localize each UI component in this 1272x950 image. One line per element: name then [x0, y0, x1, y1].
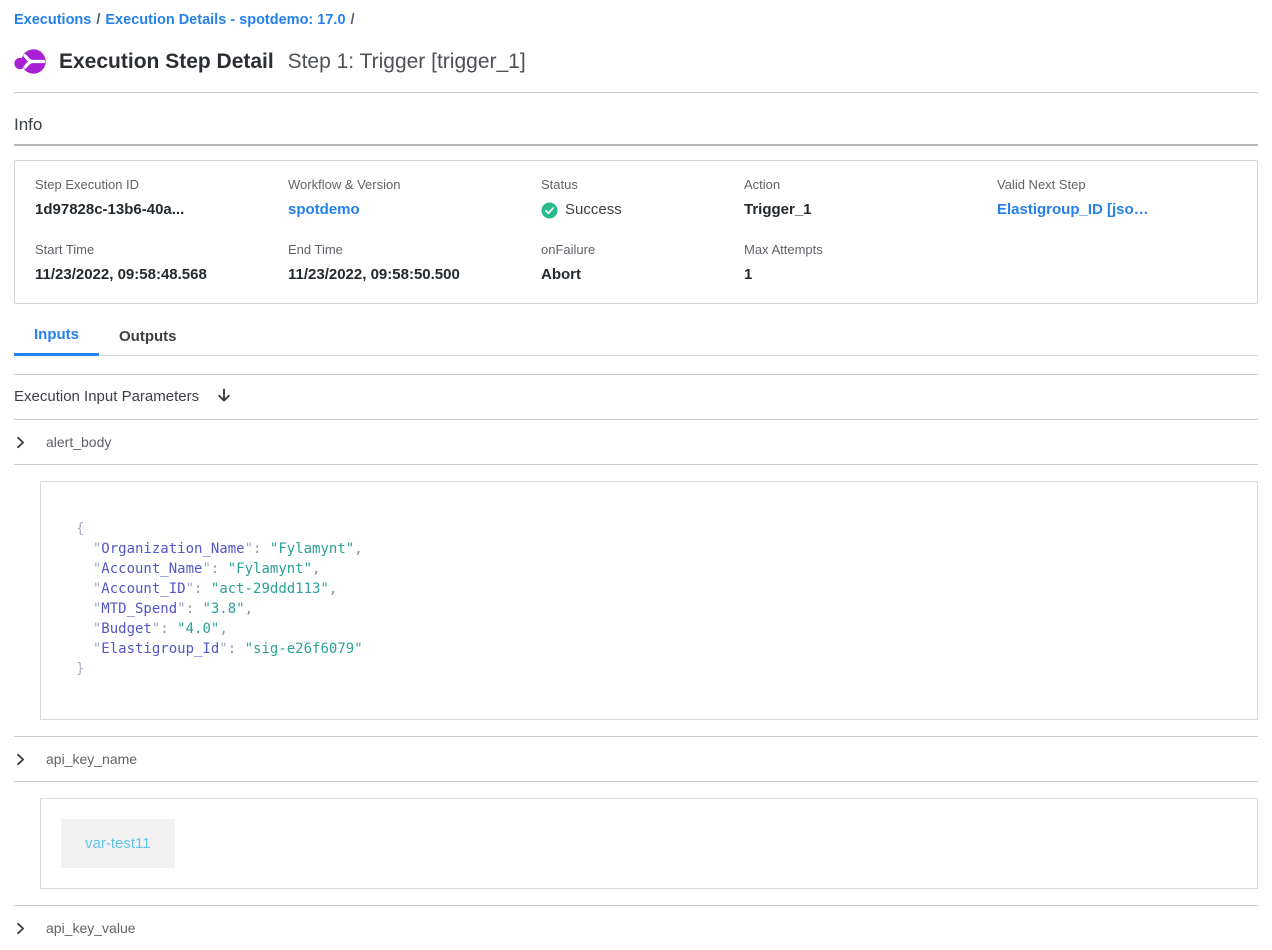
- field-label: Valid Next Step: [997, 177, 1247, 193]
- json-key: Elastigroup_Id: [93, 641, 228, 657]
- divider: [14, 92, 1258, 93]
- field-label: Start Time: [35, 242, 288, 258]
- download-arrow-icon[interactable]: [215, 387, 233, 405]
- param-row-api-key-value[interactable]: api_key_value: [14, 906, 1258, 950]
- json-entry: Organization_Name Fylamynt: [76, 539, 1222, 559]
- field-label: End Time: [288, 242, 541, 258]
- field-label: Status: [541, 177, 744, 193]
- field-end-time: End Time 11/23/2022, 09:58:50.500: [288, 242, 541, 285]
- field-value: 1d97828c-13b6-40a...: [35, 200, 288, 220]
- json-value: Fylamynt: [228, 561, 312, 577]
- divider: [14, 144, 1258, 146]
- page-header: Execution Step Detail Step 1: Trigger [t…: [14, 46, 1258, 78]
- field-step-execution-id: Step Execution ID 1d97828c-13b6-40a...: [35, 177, 288, 220]
- json-close-brace: }: [76, 661, 84, 677]
- field-label: onFailure: [541, 242, 744, 258]
- alert-body-json: { Organization_Name Fylamynt Account_Name…: [76, 519, 1222, 679]
- divider: [14, 464, 1258, 465]
- page-subtitle: Step 1: Trigger [trigger_1]: [288, 50, 526, 73]
- info-section-heading: Info: [14, 115, 1258, 135]
- field-status: Status Success: [541, 177, 744, 220]
- breadcrumb-separator: /: [91, 12, 105, 28]
- execution-input-parameters-header: Execution Input Parameters: [14, 375, 1258, 419]
- json-key: MTD_Spend: [93, 601, 186, 617]
- execution-input-parameters-title: Execution Input Parameters: [14, 388, 199, 405]
- page-title: Execution Step Detail: [59, 50, 274, 73]
- workflow-link[interactable]: spotdemo: [288, 201, 360, 218]
- field-value: 1: [744, 265, 997, 285]
- json-key: Account_Name: [93, 561, 211, 577]
- param-row-alert-body[interactable]: alert_body: [14, 420, 1258, 464]
- inputs-outputs-tabs: Inputs Outputs: [14, 320, 1258, 356]
- json-value: 4.0: [177, 621, 219, 637]
- param-name: alert_body: [46, 434, 111, 450]
- json-key: Budget: [93, 621, 160, 637]
- json-value: sig-e26f6079: [245, 641, 363, 657]
- json-open-brace: {: [76, 521, 84, 537]
- info-card: Step Execution ID 1d97828c-13b6-40a... W…: [14, 160, 1258, 304]
- field-value: 11/23/2022, 09:58:48.568: [35, 265, 288, 285]
- chevron-right-icon: [14, 753, 27, 766]
- param-name: api_key_name: [46, 751, 137, 767]
- breadcrumb-link-execution-details[interactable]: Execution Details - spotdemo: 17.0: [105, 12, 345, 28]
- api-key-name-value: var-test11: [61, 819, 175, 868]
- param-name: api_key_value: [46, 920, 136, 936]
- field-value: 11/23/2022, 09:58:50.500: [288, 265, 541, 285]
- field-workflow-version: Workflow & Version spotdemo: [288, 177, 541, 220]
- status-text: Success: [565, 200, 622, 220]
- json-entry: Account_Name Fylamynt: [76, 559, 1222, 579]
- json-key: Account_ID: [93, 581, 194, 597]
- json-key: Organization_Name: [93, 541, 253, 557]
- json-entry: MTD_Spend 3.8: [76, 599, 1222, 619]
- field-label: Action: [744, 177, 997, 193]
- page-title-line: Execution Step Detail Step 1: Trigger [t…: [59, 47, 526, 77]
- field-valid-next-step: Valid Next Step Elastigroup_ID [jso…: [997, 177, 1247, 220]
- field-value: Trigger_1: [744, 200, 997, 220]
- json-entry: Account_ID act-29ddd113: [76, 579, 1222, 599]
- tab-inputs[interactable]: Inputs: [14, 320, 99, 356]
- json-value: 3.8: [202, 601, 244, 617]
- alert-body-value-panel: { Organization_Name Fylamynt Account_Name…: [40, 481, 1258, 720]
- chevron-right-icon: [14, 922, 27, 935]
- api-key-name-value-panel: var-test11: [40, 798, 1258, 889]
- field-value: Abort: [541, 265, 744, 285]
- divider: [14, 781, 1258, 782]
- breadcrumb: Executions/Execution Details - spotdemo:…: [14, 10, 1258, 30]
- field-label: Max Attempts: [744, 242, 997, 258]
- breadcrumb-separator: /: [346, 12, 360, 28]
- success-check-icon: [541, 202, 558, 219]
- field-max-attempts: Max Attempts 1: [744, 242, 997, 285]
- field-label: Workflow & Version: [288, 177, 541, 193]
- breadcrumb-link-executions[interactable]: Executions: [14, 12, 91, 28]
- json-entry: Elastigroup_Id sig-e26f6079: [76, 639, 1222, 659]
- tab-outputs[interactable]: Outputs: [99, 320, 197, 356]
- json-value: act-29ddd113: [211, 581, 329, 597]
- execution-step-detail-page: Executions/Execution Details - spotdemo:…: [0, 0, 1272, 950]
- field-on-failure: onFailure Abort: [541, 242, 744, 285]
- field-action: Action Trigger_1: [744, 177, 997, 220]
- param-row-api-key-name[interactable]: api_key_name: [14, 737, 1258, 781]
- json-entry: Budget 4.0: [76, 619, 1222, 639]
- chevron-right-icon: [14, 436, 27, 449]
- field-label: Step Execution ID: [35, 177, 288, 193]
- valid-next-step-link[interactable]: Elastigroup_ID [jso…: [997, 201, 1149, 218]
- json-value: Fylamynt: [270, 541, 354, 557]
- fylamynt-logo-icon: [14, 46, 46, 78]
- field-start-time: Start Time 11/23/2022, 09:58:48.568: [35, 242, 288, 285]
